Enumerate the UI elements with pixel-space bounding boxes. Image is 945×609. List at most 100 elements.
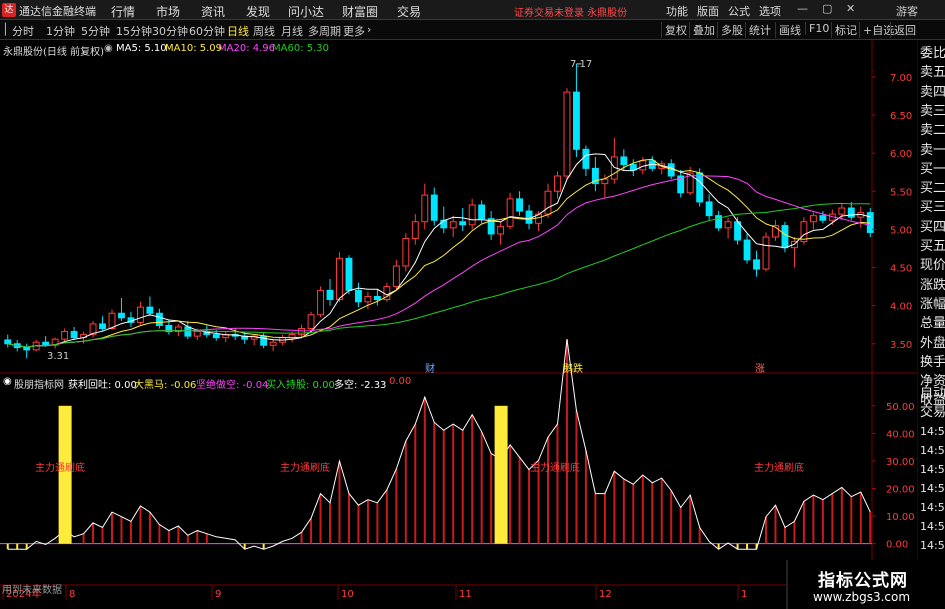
period-monthly[interactable]: 月线 (281, 23, 303, 39)
period-15min[interactable]: 15分钟 (116, 23, 152, 39)
signal-text-1: 主力通刷底 (35, 463, 85, 474)
tool-draw[interactable]: 画线 (775, 22, 804, 38)
tool-stats[interactable]: 统计 (745, 22, 774, 38)
side-item[interactable]: 涨跌 (920, 276, 945, 295)
side-item[interactable]: 买三 (920, 198, 945, 217)
time-tick-label: 8 (69, 589, 75, 600)
side-item[interactable]: 卖五 (920, 63, 945, 82)
menu-layout[interactable]: 版面 (697, 3, 719, 19)
candle-body (696, 172, 704, 203)
kline-chart[interactable]: 2024年 8 9 10 11 12 1 3.504.004.505.005.506.006… (0, 40, 917, 609)
menu-wealth[interactable]: 财富圈 (342, 3, 378, 20)
candle-body (155, 312, 163, 326)
time-tick-label: 11 (459, 589, 472, 600)
period-weekly[interactable]: 周线 (253, 23, 275, 39)
menu-quotes[interactable]: 行情 (111, 3, 135, 20)
candle-body (411, 221, 419, 240)
tool-adjust[interactable]: 复权 (661, 22, 690, 38)
period-more[interactable]: 更多 (343, 23, 365, 39)
side-item-lower[interactable]: 14:56 (920, 422, 945, 441)
side-item[interactable]: 卖四 (920, 83, 945, 102)
candle-body (336, 257, 343, 301)
sub-bull-bear: 多空: -2.33 (334, 380, 387, 391)
side-item[interactable]: 外盘 (920, 334, 945, 353)
restore-icon[interactable]: ▢ (822, 2, 832, 15)
side-item[interactable]: 买一 (920, 160, 945, 179)
side-item-lower[interactable]: 14:56 (920, 441, 945, 460)
candle-body (4, 339, 12, 345)
candle-body (544, 190, 552, 215)
side-item[interactable]: 换手 (920, 353, 945, 372)
tool-multi-stock[interactable]: 多股 (717, 22, 746, 38)
side-item-lower[interactable]: 14:56 (920, 517, 945, 536)
side-item-lower[interactable]: 14:56 (920, 536, 945, 555)
tool-mark[interactable]: 标记 (831, 22, 860, 38)
side-item-lower[interactable]: 14:56 (920, 479, 945, 498)
sub-tick-label: 0.00 (886, 540, 908, 551)
period-multi[interactable]: 多周期 (308, 23, 341, 39)
sub-indicator-icon[interactable]: ◉ (3, 376, 12, 387)
side-item[interactable]: 委比 (920, 44, 945, 63)
candle-body (184, 326, 192, 337)
menu-trade[interactable]: 交易 (397, 3, 421, 20)
sub-profit-taking: 获利回吐: 0.00 (68, 380, 137, 391)
menu-formula[interactable]: 公式 (728, 3, 750, 19)
menu-function[interactable]: 功能 (666, 3, 688, 19)
app-title: 通达信金融终端 (19, 5, 96, 18)
side-item[interactable]: 卖一 (920, 141, 945, 160)
candle-body (298, 328, 306, 336)
candle-body (582, 148, 590, 169)
side-item[interactable]: 卖二 (920, 121, 945, 140)
menu-options[interactable]: 选项 (759, 3, 781, 19)
price-tick-label: 4.50 (890, 264, 912, 275)
sub-tick-label: 30.00 (886, 457, 915, 468)
side-item-lower[interactable]: 自动 (920, 384, 945, 403)
side-item[interactable]: 涨幅 (920, 295, 945, 314)
side-item[interactable]: 买五 (920, 237, 945, 256)
candle-body (146, 306, 154, 314)
menu-ask[interactable]: 问小达 (288, 3, 324, 20)
menu-market[interactable]: 市场 (156, 3, 180, 20)
candle-body (743, 239, 751, 261)
side-item-lower[interactable]: 交易 (920, 403, 945, 422)
menu-discover[interactable]: 发现 (246, 3, 270, 20)
event-finance[interactable]: 财 (425, 360, 435, 375)
side-item[interactable]: 买四 (920, 218, 945, 237)
toolbar-menu-icon[interactable]: │ (2, 23, 9, 36)
candle-body (516, 198, 524, 212)
tool-back[interactable]: 返回 (890, 22, 919, 38)
signal-text-3: 主力通刷底 (530, 463, 580, 474)
side-item[interactable]: 卖三 (920, 102, 945, 121)
candle-body (554, 175, 561, 192)
period-1min[interactable]: 1分钟 (46, 23, 75, 39)
side-item[interactable]: 买二 (920, 179, 945, 198)
event-drop[interactable]: 鹅跌 (563, 360, 583, 375)
side-item[interactable]: 现价 (920, 256, 945, 275)
price-tick-label: 5.00 (890, 225, 912, 236)
period-60min[interactable]: 60分钟 (189, 23, 225, 39)
period-daily[interactable]: 日线 (227, 23, 249, 39)
side-item-lower[interactable]: 14:56 (920, 460, 945, 479)
ma-toggle-icon[interactable]: ◉ (104, 43, 113, 54)
sub-tick-label: 20.00 (886, 485, 915, 496)
period-5min[interactable]: 5分钟 (81, 23, 110, 39)
side-item[interactable]: 总量 (920, 314, 945, 333)
tool-overlay[interactable]: 叠加 (689, 22, 718, 38)
candle-body (136, 306, 144, 323)
user-label[interactable]: 游客 (896, 3, 918, 19)
chart-area[interactable]: 2024年 8 9 10 11 12 1 3.50 4.00 4.50 5.00 5.50 6.00 6… (0, 40, 917, 609)
minimize-icon[interactable]: — (797, 2, 808, 15)
candle-body (629, 164, 637, 171)
candle-body (269, 341, 277, 346)
menu-news[interactable]: 资讯 (201, 3, 225, 20)
close-icon[interactable]: ✕ (846, 2, 855, 15)
candle-body (345, 257, 353, 291)
side-item-lower[interactable]: 14:56 (920, 498, 945, 517)
period-intraday[interactable]: 分时 (12, 23, 34, 39)
candle-body (497, 225, 505, 235)
tool-f10[interactable]: F10 (805, 22, 832, 35)
candle-body (392, 265, 400, 288)
period-30min[interactable]: 30分钟 (152, 23, 188, 39)
event-rise[interactable]: 涨 (755, 360, 765, 375)
chevron-right-icon[interactable]: › (367, 23, 371, 36)
